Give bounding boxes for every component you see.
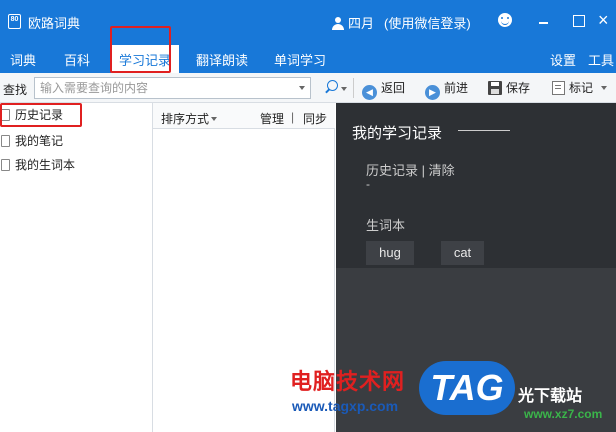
history-clear-link[interactable]: 历史记录 | 清除 (366, 160, 455, 179)
mark-icon (552, 81, 565, 95)
tab-tools[interactable]: 工具 (588, 50, 614, 69)
study-record-title: 我的学习记录 (352, 125, 443, 142)
search-input[interactable] (35, 78, 290, 98)
back-button[interactable]: ◀ 返回 (362, 79, 405, 100)
tab-dictionary[interactable]: 词典 (10, 50, 36, 69)
main-nav: 词典 百科 学习记录 翻译朗读 单词学习 设置 工具 (0, 43, 616, 73)
left-item-notes[interactable]: 我的笔记 (0, 131, 63, 151)
save-button[interactable]: 保存 (488, 79, 530, 97)
arrow-left-icon: ◀ (362, 85, 377, 100)
arrow-right-icon: ▶ (425, 85, 440, 100)
manage-button[interactable]: 管理 (260, 110, 284, 127)
middle-header: 排序方式 管理 | 同步 (153, 103, 335, 129)
tab-encyclopedia[interactable]: 百科 (64, 50, 90, 69)
user-account[interactable]: 四月 (使用微信登录) (332, 13, 471, 32)
tab-word-study[interactable]: 单词学习 (274, 50, 326, 69)
watermark-site-name: 电脑技术网 (290, 369, 406, 394)
forward-button[interactable]: ▶ 前进 (425, 79, 468, 100)
vocabulary-label: 生词本 (366, 218, 406, 233)
watermark-tag-logo: TAG (419, 361, 515, 415)
document-icon (1, 159, 10, 171)
mark-dropdown-icon[interactable] (601, 86, 608, 90)
user-name: 四月 (348, 16, 375, 31)
mark-button[interactable]: 标记 (552, 79, 608, 97)
search-icon[interactable] (324, 80, 338, 94)
minimize-button[interactable] (534, 10, 554, 30)
search-history-dropdown-icon[interactable] (299, 86, 305, 90)
sync-button[interactable]: 同步 (303, 110, 327, 127)
user-icon (332, 17, 344, 30)
left-item-vocabulary[interactable]: 我的生词本 (0, 155, 75, 175)
maximize-button[interactable] (568, 10, 588, 30)
watermark-site-url: www.tagxp.com (292, 398, 399, 414)
close-button[interactable]: × (598, 10, 616, 30)
history-value: - (366, 177, 370, 191)
feedback-smile-icon[interactable] (498, 13, 512, 27)
document-icon (1, 135, 10, 147)
tab-settings[interactable]: 设置 (550, 50, 576, 69)
login-method: (使用微信登录) (384, 16, 471, 31)
chevron-down-icon (211, 117, 218, 121)
app-title: 欧路词典 (28, 16, 81, 31)
sort-dropdown[interactable]: 排序方式 (161, 110, 218, 127)
vocab-word[interactable]: cat (441, 241, 484, 265)
search-label: 查找 (3, 83, 28, 97)
watermark-download-text: 光下载站 (518, 388, 583, 405)
tab-translate[interactable]: 翻译朗读 (196, 50, 248, 69)
toolbar-divider (353, 78, 354, 98)
search-box[interactable] (34, 77, 311, 99)
history-highlight-box (0, 103, 82, 127)
tab-highlight-box (110, 26, 171, 73)
app-book-icon: 80 (8, 14, 21, 29)
save-icon (488, 81, 502, 95)
watermark-download-url: www.xz7.com (524, 407, 603, 421)
vocab-word[interactable]: hug (366, 241, 414, 265)
title-divider (458, 130, 510, 131)
left-panel: 历史记录 我的笔记 我的生词本 (0, 103, 153, 432)
search-options-dropdown-icon[interactable] (341, 87, 347, 91)
header-separator: | (291, 110, 295, 124)
study-record-card: 我的学习记录 历史记录 | 清除 - 生词本 hug cat (336, 103, 616, 268)
title-bar: 80 欧路词典 四月 (使用微信登录) × (0, 0, 616, 43)
